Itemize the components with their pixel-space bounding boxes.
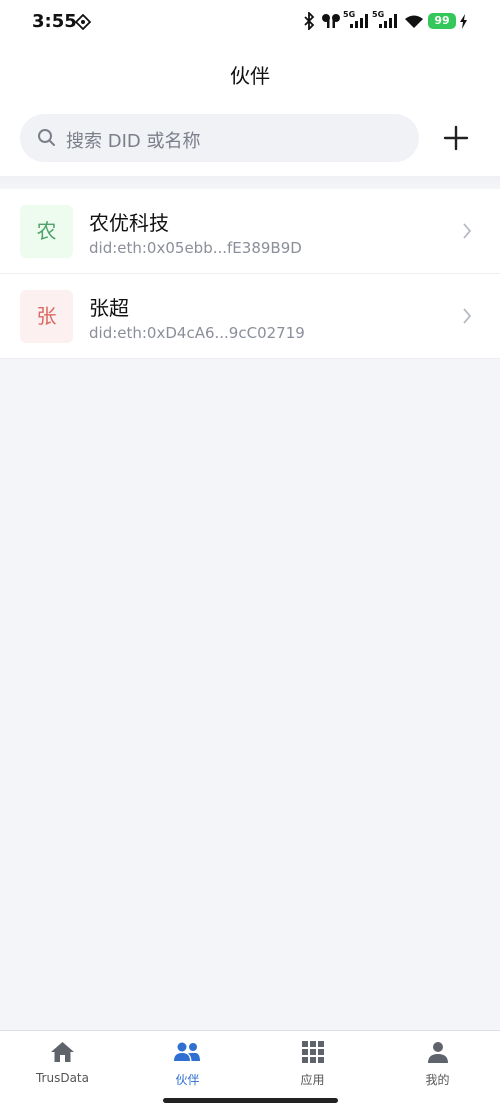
tab-partners[interactable]: 伙伴	[125, 1031, 250, 1101]
header-divider	[0, 176, 500, 188]
partner-name: 农优科技	[89, 211, 169, 235]
add-partner-button[interactable]	[439, 121, 473, 155]
avatar: 张	[20, 290, 73, 343]
tab-apps[interactable]: 应用	[250, 1031, 375, 1101]
profile-icon	[428, 1042, 448, 1063]
status-time: 3:55	[32, 11, 77, 32]
partner-did: did:eth:0x05ebb...fE389B9D	[89, 239, 302, 257]
tab-trusdata[interactable]: TrusData	[0, 1031, 125, 1101]
wifi-icon	[405, 15, 423, 28]
tab-label: 我的	[425, 1073, 450, 1087]
avatar: 农	[20, 205, 73, 258]
page-title: 伙伴	[230, 64, 270, 88]
partner-did: did:eth:0xD4cA6...9cC02719	[89, 324, 305, 342]
partner-list: 农 农优科技 did:eth:0x05ebb...fE389B9D 张 张超 d…	[0, 189, 500, 359]
location-diamond-icon	[75, 14, 91, 30]
partner-name: 张超	[89, 296, 129, 320]
search-placeholder: 搜索 DID 或名称	[66, 131, 201, 152]
bluetooth-icon	[304, 12, 315, 30]
home-indicator	[163, 1098, 338, 1103]
apps-grid-icon	[302, 1041, 324, 1063]
status-bar: 3:55 5G 5G 99	[0, 0, 500, 42]
battery-indicator: 99	[428, 13, 456, 29]
chevron-right-icon	[463, 223, 472, 239]
signal-icon-1	[350, 14, 368, 28]
partners-icon	[174, 1042, 200, 1061]
tab-profile[interactable]: 我的	[375, 1031, 500, 1101]
top-area: 3:55 5G 5G 99 伙伴 搜索 DID 或名称	[0, 0, 500, 176]
signal-icon-2	[379, 14, 397, 28]
partner-row[interactable]: 张 张超 did:eth:0xD4cA6...9cC02719	[0, 274, 500, 359]
earbuds-icon	[322, 14, 340, 28]
partner-row[interactable]: 农 农优科技 did:eth:0x05ebb...fE389B9D	[0, 189, 500, 274]
chevron-right-icon	[463, 308, 472, 324]
search-icon	[38, 129, 55, 146]
tab-label: 伙伴	[175, 1073, 200, 1087]
search-input[interactable]: 搜索 DID 或名称	[20, 114, 419, 162]
tab-label: TrusData	[35, 1071, 89, 1085]
tab-label: 应用	[300, 1073, 325, 1087]
home-icon	[51, 1042, 74, 1062]
charging-icon	[460, 14, 467, 29]
